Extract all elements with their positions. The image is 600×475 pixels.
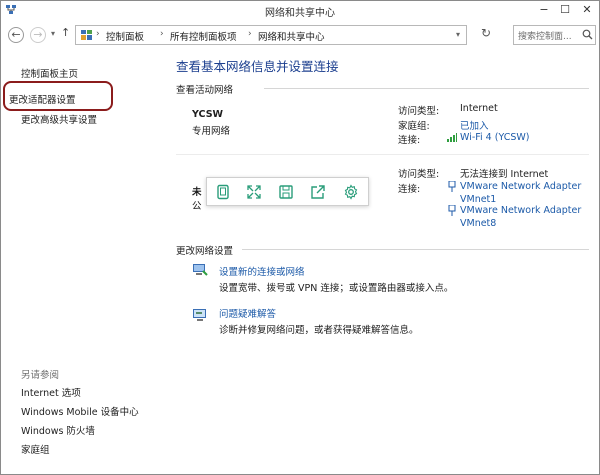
change-settings-header: 更改网络设置 xyxy=(176,246,234,257)
network-name: 未 xyxy=(192,187,202,198)
breadcrumb-control-panel[interactable]: 控制面板 xyxy=(106,29,144,43)
troubleshoot-link[interactable]: 问题疑难解答 xyxy=(219,306,276,320)
fullscreen-icon[interactable] xyxy=(246,184,262,200)
control-panel-icon xyxy=(81,30,92,40)
setup-connection-description: 设置宽带、拨号或 VPN 连接；或设置路由器或接入点。 xyxy=(219,283,454,294)
breadcrumb-all-items[interactable]: 所有控制面板项 xyxy=(170,29,237,43)
wifi-connection-link[interactable]: Wi-Fi 4 (YCSW) xyxy=(460,132,530,143)
search-input[interactable]: 搜索控制面... xyxy=(513,25,596,45)
change-advanced-sharing-link[interactable]: 更改高级共享设置 xyxy=(21,112,97,126)
windows-firewall-link[interactable]: Windows 防火墙 xyxy=(21,423,95,437)
breadcrumb-separator-icon: › xyxy=(248,29,252,39)
address-bar[interactable]: › 控制面板 › 所有控制面板项 › 网络和共享中心 ▾ xyxy=(75,25,467,45)
section-divider xyxy=(264,88,589,89)
troubleshoot-icon xyxy=(193,309,206,321)
network-type: 专用网络 xyxy=(192,126,231,137)
network-divider xyxy=(176,154,589,155)
ethernet-adapter-icon xyxy=(448,205,456,216)
change-adapter-settings-link[interactable]: 更改适配器设置 xyxy=(9,92,76,106)
ethernet-adapter-icon xyxy=(448,181,456,192)
search-placeholder: 搜索控制面... xyxy=(518,32,572,42)
vmnet1-adapter-link[interactable]: VMware Network Adapter xyxy=(460,181,581,192)
connection-label: 连接: xyxy=(398,184,421,195)
network-setup-icon xyxy=(193,264,208,276)
connection-label: 连接: xyxy=(398,135,421,146)
access-type-label: 访问类型: xyxy=(398,106,440,117)
active-networks-header: 查看活动网络 xyxy=(176,85,234,96)
tablet-icon[interactable] xyxy=(215,184,231,200)
windows-mobile-link[interactable]: Windows Mobile 设备中心 xyxy=(21,404,139,418)
access-type-value: Internet xyxy=(460,103,498,114)
maximize-icon[interactable]: ☐ xyxy=(554,2,576,18)
network-name: YCSW xyxy=(192,109,224,120)
homegroup-link[interactable]: 家庭组 xyxy=(21,442,50,456)
breadcrumb-separator-icon: › xyxy=(96,29,100,39)
wifi-signal-icon xyxy=(447,133,457,142)
access-type-label: 访问类型: xyxy=(398,169,440,180)
access-type-value: 无法连接到 Internet xyxy=(460,169,549,180)
homegroup-label: 家庭组: xyxy=(398,121,430,132)
back-icon[interactable]: ← xyxy=(8,27,24,43)
save-icon[interactable] xyxy=(278,184,294,200)
up-icon[interactable]: ↑ xyxy=(61,26,70,39)
breadcrumb-separator-icon: › xyxy=(160,29,164,39)
internet-options-link[interactable]: Internet 选项 xyxy=(21,385,81,399)
network-type: 公 xyxy=(192,201,202,212)
title-bar: 网络和共享中心 − ☐ ✕ xyxy=(1,1,599,20)
recent-pages-icon[interactable]: ▾ xyxy=(51,29,55,38)
setup-connection-link[interactable]: 设置新的连接或网络 xyxy=(219,264,305,278)
breadcrumb-network-center[interactable]: 网络和共享中心 xyxy=(258,29,325,43)
share-icon[interactable] xyxy=(310,184,326,200)
homegroup-value-link[interactable]: 已加入 xyxy=(460,118,489,132)
vmnet1-name-link[interactable]: VMnet1 xyxy=(460,194,496,205)
floating-toolbar xyxy=(206,177,369,206)
search-icon[interactable] xyxy=(582,29,593,40)
page-title: 查看基本网络信息并设置连接 xyxy=(176,59,339,74)
troubleshoot-description: 诊断并修复网络问题，或者获得疑难解答信息。 xyxy=(219,325,419,336)
navigation-bar: ← → ▾ ↑ › 控制面板 › 所有控制面板项 › 网络和共享中心 ▾ ↻ 搜… xyxy=(1,22,599,48)
minimize-icon[interactable]: − xyxy=(533,2,555,18)
vmnet8-adapter-link[interactable]: VMware Network Adapter xyxy=(460,205,581,216)
control-panel-home-link[interactable]: 控制面板主页 xyxy=(21,66,78,80)
refresh-icon[interactable]: ↻ xyxy=(481,26,491,40)
settings-icon[interactable] xyxy=(343,184,359,200)
vmnet8-name-link[interactable]: VMnet8 xyxy=(460,218,496,229)
section-divider xyxy=(242,249,589,250)
address-dropdown-icon[interactable]: ▾ xyxy=(456,30,460,39)
window-title: 网络和共享中心 xyxy=(265,8,335,19)
see-also-header: 另请参阅 xyxy=(21,370,60,381)
forward-icon[interactable]: → xyxy=(30,27,46,43)
close-icon[interactable]: ✕ xyxy=(576,2,598,18)
